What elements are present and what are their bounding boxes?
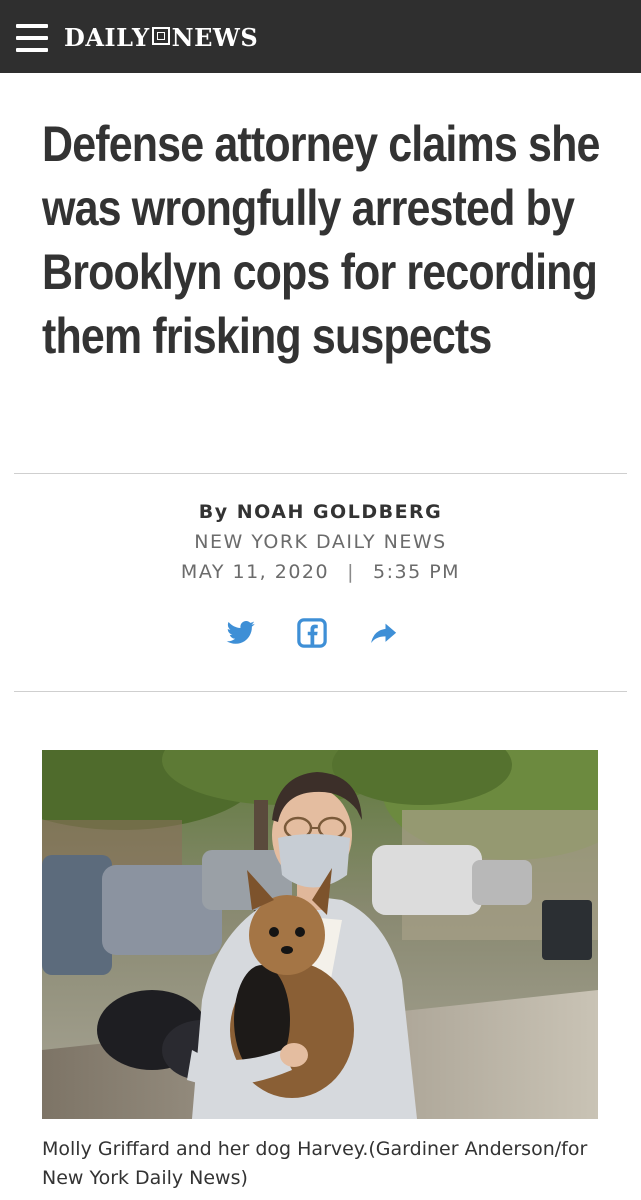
photo-caption: Molly Griffard and her dog Harvey.(Gardi… <box>42 1138 588 1189</box>
publish-date: MAY 11, 2020 <box>180 561 330 583</box>
publication-source: NEW YORK DAILY NEWS <box>194 531 447 553</box>
top-navigation-bar: DAILY NEWS <box>0 0 641 73</box>
publish-time: 5:35 PM <box>373 561 461 583</box>
article-page: DAILY NEWS Defense attorney claims she wa… <box>0 0 641 1200</box>
article-headline: Defense attorney claims she was wrongful… <box>42 116 600 364</box>
publish-dateline: MAY 11, 2020 | 5:35 PM <box>0 557 641 587</box>
byline-block: By NOAH GOLDBERG NEW YORK DAILY NEWS MAY… <box>0 497 641 587</box>
twitter-icon[interactable] <box>226 618 256 648</box>
date-time-separator: | <box>347 561 355 583</box>
share-forward-icon[interactable] <box>368 618 398 648</box>
hamburger-menu-icon[interactable] <box>16 24 48 52</box>
facebook-icon[interactable] <box>297 618 327 648</box>
author-byline[interactable]: By NOAH GOLDBERG <box>0 497 641 527</box>
logo-text-news: NEWS <box>171 22 259 52</box>
article-photo[interactable] <box>42 750 598 1119</box>
logo-text-daily: DAILY <box>64 22 150 52</box>
divider <box>14 691 627 692</box>
divider <box>14 473 627 474</box>
logo-emblem-icon <box>151 27 170 45</box>
daily-news-logo[interactable]: DAILY NEWS <box>64 22 258 52</box>
